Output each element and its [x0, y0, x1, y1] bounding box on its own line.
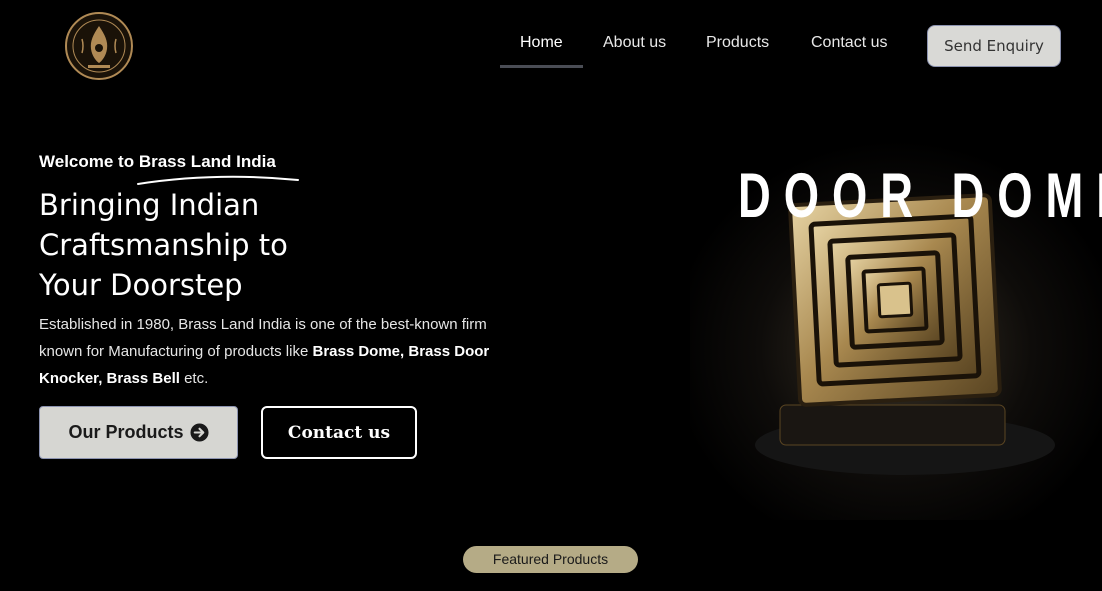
welcome-brand: Brass Land India: [138, 152, 276, 171]
nav-home[interactable]: Home: [520, 34, 563, 52]
hero-description: Established in 1980, Brass Land India is…: [39, 311, 499, 392]
welcome-prefix: Welcome to: [39, 152, 139, 171]
arrow-circle-right-icon: [189, 423, 209, 442]
nav-about-us[interactable]: About us: [603, 34, 666, 52]
our-products-label: Our Products: [68, 422, 184, 442]
send-enquiry-button[interactable]: Send Enquiry: [927, 25, 1061, 67]
contact-us-button[interactable]: Contact us: [261, 406, 417, 459]
desc-text-3: etc.: [179, 370, 209, 387]
nav-contact-us[interactable]: Contact us: [811, 34, 887, 52]
product-title: DOOR DOME: [738, 161, 1102, 231]
headline-line-3: Your Doorstep: [39, 268, 243, 302]
headline-line-1: Bringing Indian: [39, 188, 260, 222]
main-nav: Home About us Products Contact us Send E…: [0, 0, 1102, 90]
welcome-text: Welcome to Brass Land India: [39, 152, 276, 172]
desc-bold-1: Brass Dome,: [312, 343, 405, 360]
hero-headline: Bringing Indian Craftsmanship to Your Do…: [39, 185, 459, 305]
nav-products[interactable]: Products: [706, 34, 769, 52]
headline-line-2: Craftsmanship to: [39, 228, 288, 262]
our-products-button[interactable]: Our Products: [39, 406, 238, 459]
featured-products-badge[interactable]: Featured Products: [463, 546, 638, 573]
underline-swoosh: [137, 175, 299, 185]
active-nav-indicator: [500, 65, 583, 68]
